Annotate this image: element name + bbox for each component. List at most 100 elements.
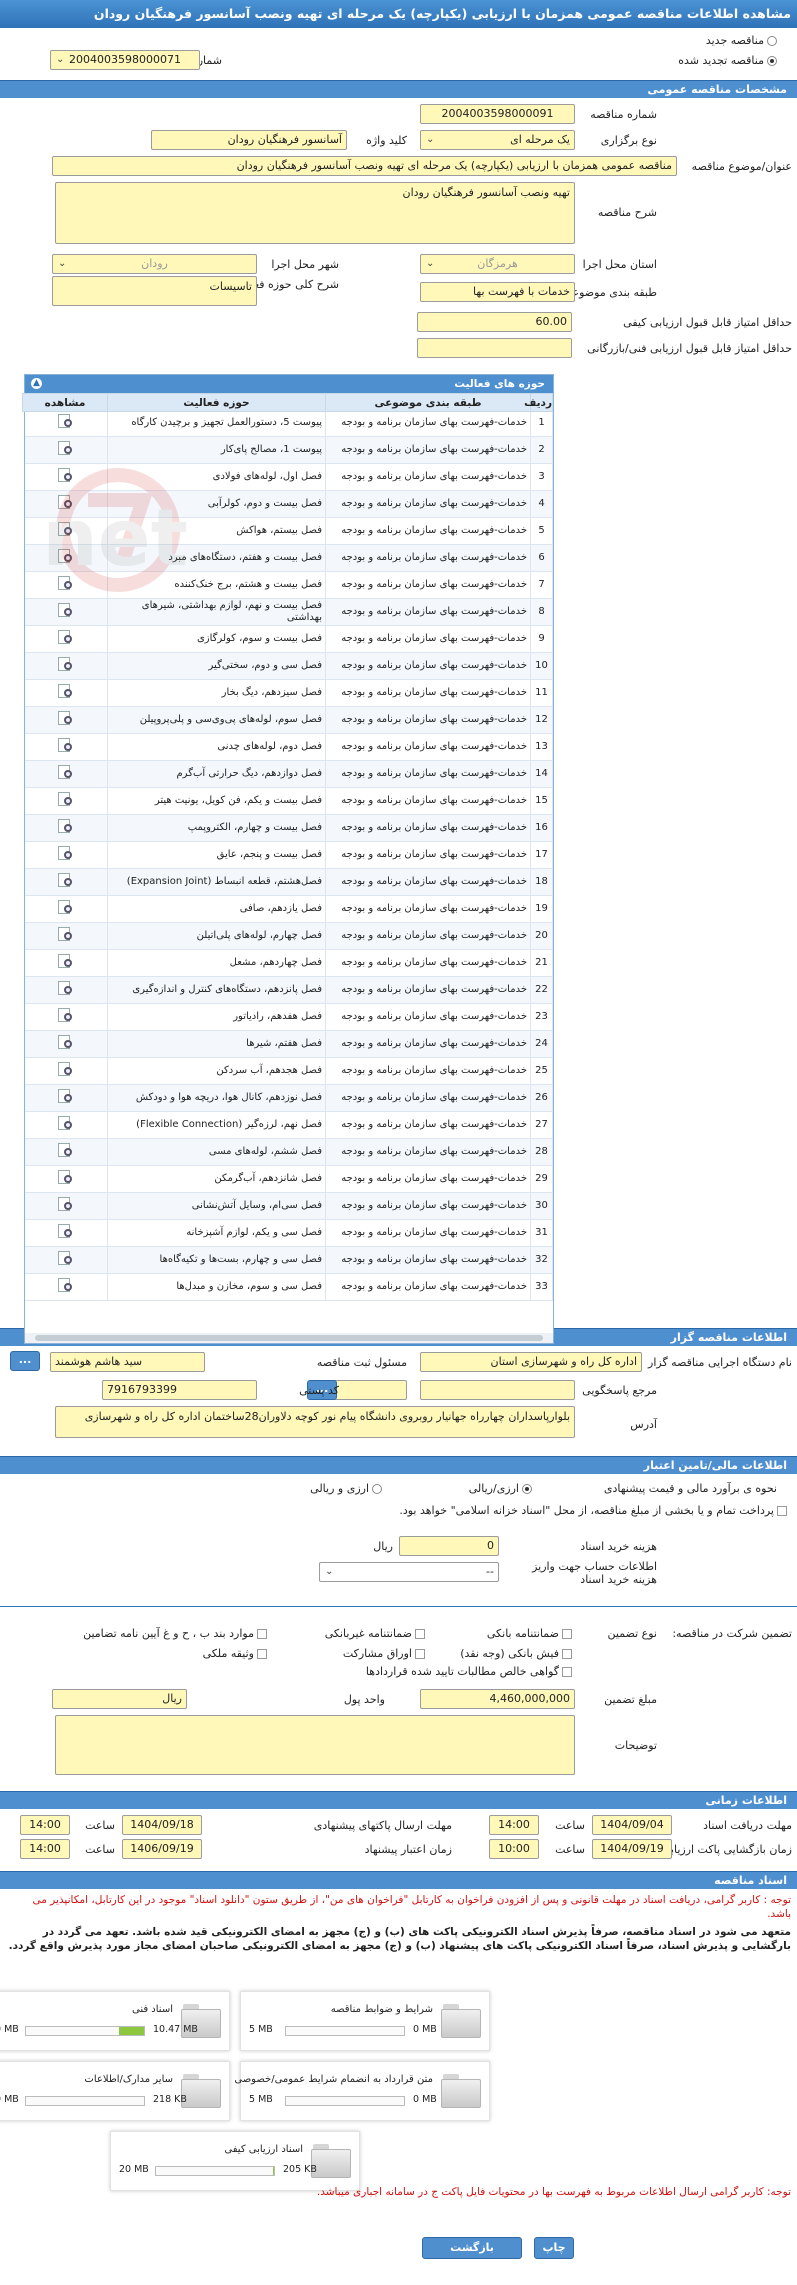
view-icon[interactable]	[56, 1007, 74, 1023]
opening-time[interactable]: 10:00	[489, 1839, 539, 1859]
document-card[interactable]: اسناد ارزیابی کیفی 20 MB 205 KB	[110, 2131, 360, 2191]
row-view[interactable]	[25, 1165, 108, 1193]
grid-body[interactable]: 1 خدمات-فهرست بهای سازمان برنامه و بودجه پ…	[25, 409, 553, 1333]
view-icon[interactable]	[56, 710, 74, 726]
province-select[interactable]: هرمزگان ⌄	[420, 254, 575, 274]
view-icon[interactable]	[56, 764, 74, 780]
row-view[interactable]	[25, 517, 108, 545]
view-icon[interactable]	[56, 980, 74, 996]
min-quality-field[interactable]: 60.00	[417, 312, 572, 332]
ref-field[interactable]	[420, 1380, 575, 1400]
forex-radio[interactable]: ارزی و ریالی	[310, 1482, 382, 1495]
view-icon[interactable]	[56, 467, 74, 483]
category-field[interactable]: خدمات با فهرست بها	[420, 282, 575, 302]
row-view[interactable]	[25, 652, 108, 680]
view-icon[interactable]	[56, 413, 74, 429]
row-view[interactable]	[25, 787, 108, 815]
row-view[interactable]	[25, 814, 108, 842]
doc-deadline-date[interactable]: 1404/09/04	[592, 1815, 672, 1835]
row-view[interactable]	[25, 949, 108, 977]
view-icon[interactable]	[56, 1115, 74, 1131]
view-icon[interactable]	[56, 656, 74, 672]
registrar-field[interactable]: سید هاشم هوشمند	[50, 1352, 205, 1372]
view-icon[interactable]	[56, 521, 74, 537]
row-view[interactable]	[25, 1246, 108, 1274]
send-deadline-date[interactable]: 1404/09/18	[122, 1815, 202, 1835]
account-select[interactable]: -- ⌄	[319, 1562, 499, 1582]
renewed-tender-radio[interactable]: مناقصه تجدید شده	[678, 54, 777, 67]
document-card[interactable]: سایر مدارک/اطلاعات 50 MB 218 KB	[0, 2061, 230, 2121]
row-view[interactable]	[25, 868, 108, 896]
view-icon[interactable]	[56, 926, 74, 942]
document-card[interactable]: اسناد فنی 50 MB 10.47 MB	[0, 1991, 230, 2051]
collapse-icon[interactable]: ▲	[31, 378, 42, 389]
registrar-more-button[interactable]: ...	[10, 1351, 40, 1371]
view-icon[interactable]	[56, 1142, 74, 1158]
row-view[interactable]	[25, 1273, 108, 1301]
rial-radio[interactable]: ارزی/ریالی	[469, 1482, 532, 1495]
row-view[interactable]	[25, 841, 108, 869]
row-view[interactable]	[25, 1084, 108, 1112]
city-select[interactable]: رودان ⌄	[52, 254, 257, 274]
guarantee-desc-field[interactable]	[55, 1715, 575, 1775]
currency-field[interactable]: ریال	[52, 1689, 187, 1709]
view-icon[interactable]	[56, 791, 74, 807]
treasury-checkbox[interactable]: پرداخت تمام و یا بخشی از مبلغ مناقصه، از…	[7, 1504, 787, 1518]
cash-deposit-checkbox[interactable]: فیش بانکی (وجه نقد)	[460, 1647, 572, 1660]
row-view[interactable]	[25, 490, 108, 518]
view-icon[interactable]	[56, 1034, 74, 1050]
print-button[interactable]: چاپ	[534, 2237, 574, 2259]
subject-field[interactable]: مناقصه عمومی همزمان با ارزیابی (یکپارچه)…	[52, 156, 677, 176]
row-view[interactable]	[25, 409, 108, 437]
view-icon[interactable]	[56, 1223, 74, 1239]
view-icon[interactable]	[56, 737, 74, 753]
row-view[interactable]	[25, 1057, 108, 1085]
org-field[interactable]: اداره کل راه و شهرسازی استان	[420, 1352, 642, 1372]
row-view[interactable]	[25, 1030, 108, 1058]
fee-field[interactable]: 0	[399, 1536, 499, 1556]
view-icon[interactable]	[56, 629, 74, 645]
ref-name-field[interactable]	[327, 1380, 407, 1400]
document-card[interactable]: متن قرارداد به انضمام شرایط عمومی/خصوصی 5…	[234, 2061, 490, 2121]
send-deadline-time[interactable]: 14:00	[20, 1815, 70, 1835]
keyword-field[interactable]: آسانسور فرهنگیان رودان	[151, 130, 347, 150]
view-icon[interactable]	[56, 548, 74, 564]
nonbank-guarantee-checkbox[interactable]: ضمانتنامه غیربانکی	[325, 1627, 425, 1640]
doc-deadline-time[interactable]: 14:00	[489, 1815, 539, 1835]
horizontal-scrollbar[interactable]	[25, 1333, 553, 1343]
scrollbar-thumb[interactable]	[35, 1335, 543, 1341]
view-icon[interactable]	[56, 1196, 74, 1212]
row-view[interactable]	[25, 706, 108, 734]
document-card[interactable]: شرایط و ضوابط مناقصه 5 MB 0 MB	[240, 1991, 490, 2051]
row-view[interactable]	[25, 571, 108, 599]
row-view[interactable]	[25, 1219, 108, 1247]
row-view[interactable]	[25, 679, 108, 707]
view-icon[interactable]	[56, 1250, 74, 1266]
address-field[interactable]: بلوارپاسداران چهارراه جهانیار روبروی دان…	[55, 1406, 575, 1438]
row-view[interactable]	[25, 436, 108, 464]
view-icon[interactable]	[56, 899, 74, 915]
validity-time[interactable]: 14:00	[20, 1839, 70, 1859]
view-icon[interactable]	[56, 818, 74, 834]
opening-date[interactable]: 1404/09/19	[592, 1839, 672, 1859]
view-icon[interactable]	[56, 1061, 74, 1077]
view-icon[interactable]	[56, 1169, 74, 1185]
row-view[interactable]	[25, 895, 108, 923]
row-view[interactable]	[25, 976, 108, 1004]
validity-date[interactable]: 1406/09/19	[122, 1839, 202, 1859]
row-view[interactable]	[25, 1003, 108, 1031]
view-icon[interactable]	[56, 845, 74, 861]
bonds-checkbox[interactable]: اوراق مشارکت	[343, 1647, 425, 1660]
row-view[interactable]	[25, 598, 108, 626]
activity-scope-field[interactable]: تاسیسات	[52, 276, 257, 306]
description-field[interactable]: تهیه ونصب آسانسور فرهنگیان رودان	[55, 182, 575, 244]
back-button[interactable]: بازگشت	[422, 2237, 522, 2259]
view-icon[interactable]	[56, 440, 74, 456]
prev-tender-select[interactable]: 2004003598000071 ⌄	[50, 50, 200, 70]
claims-checkbox[interactable]: گواهی خالص مطالبات تایید شده قراردادها	[366, 1665, 572, 1678]
row-view[interactable]	[25, 760, 108, 788]
row-view[interactable]	[25, 625, 108, 653]
row-view[interactable]	[25, 733, 108, 761]
new-tender-radio[interactable]: مناقصه جدید	[706, 34, 777, 47]
row-view[interactable]	[25, 1111, 108, 1139]
